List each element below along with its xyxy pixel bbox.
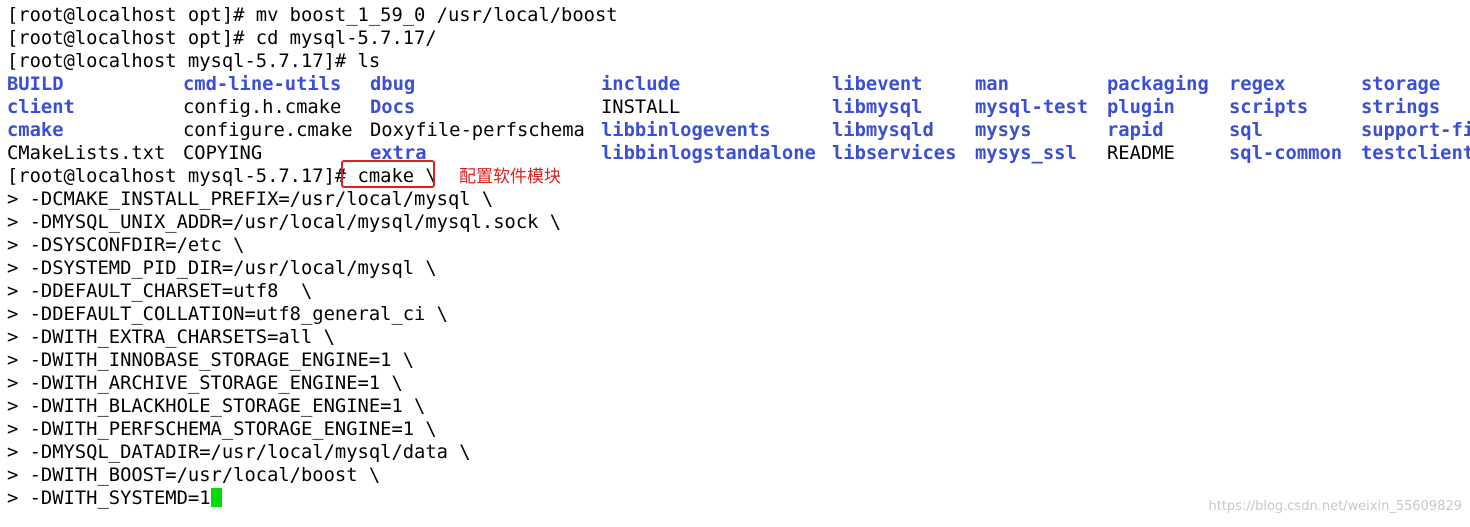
- ls-entry-file: INSTALL: [601, 97, 681, 118]
- ls-entry-directory: client: [7, 97, 75, 118]
- ls-entry-directory: regex: [1229, 74, 1286, 95]
- cmake-option-line: > -DWITH_PERFSCHEMA_STORAGE_ENGINE=1 \: [7, 419, 437, 440]
- last-option: > -DWITH_SYSTEMD=1: [7, 488, 211, 509]
- cmake-option-line: > -DWITH_INNOBASE_STORAGE_ENGINE=1 \: [7, 350, 415, 371]
- ls-entry-directory: libmysql: [832, 97, 923, 118]
- command-line-cd: [root@localhost opt]# cd mysql-5.7.17/: [7, 28, 437, 49]
- shell-prompt: [root@localhost mysql-5.7.17]#: [7, 166, 347, 187]
- ls-entry-directory: dbug: [370, 74, 416, 95]
- ls-entry-directory: include: [601, 74, 681, 95]
- ls-entry-directory: libbinlogstandalone: [601, 143, 816, 164]
- cmake-option-line: > -DSYSTEMD_PID_DIR=/usr/local/mysql \: [7, 258, 437, 279]
- command-line-ls: [root@localhost mysql-5.7.17]# ls: [7, 51, 381, 72]
- command-line-mv: [root@localhost opt]# mv boost_1_59_0 /u…: [7, 5, 618, 26]
- ls-entry-directory: testclient: [1361, 143, 1470, 164]
- ls-entry-directory: storage: [1361, 74, 1441, 95]
- cmake-option-line: > -DWITH_ARCHIVE_STORAGE_ENGINE=1 \: [7, 373, 403, 394]
- cmake-option-line: > -DWITH_EXTRA_CHARSETS=all \: [7, 327, 335, 348]
- annotation-label: 配置软件模块: [459, 167, 561, 187]
- terminal-window[interactable]: [root@localhost opt]# mv boost_1_59_0 /u…: [0, 0, 1470, 527]
- ls-entry-directory: strings: [1361, 97, 1441, 118]
- ls-entry-directory: cmake: [7, 120, 64, 141]
- ls-entry-directory: plugin: [1107, 97, 1175, 118]
- cmake-option-line: > -DMYSQL_DATADIR=/usr/local/mysql/data …: [7, 442, 471, 463]
- ls-entry-directory: libservices: [832, 143, 957, 164]
- cursor: [210, 488, 222, 507]
- ls-entry-directory: rapid: [1107, 120, 1164, 141]
- ls-row: cmake configure.cmake Doxyfile-perfschema l…: [0, 119, 1470, 142]
- cmake-highlight-box: [341, 160, 435, 188]
- ls-entry-directory: packaging: [1107, 74, 1209, 95]
- cmake-option-line: > -DWITH_BOOST=/usr/local/boost \: [7, 465, 381, 486]
- cmake-option-line: > -DDEFAULT_CHARSET=utf8 \: [7, 281, 313, 302]
- current-input-line[interactable]: > -DWITH_SYSTEMD=1: [7, 487, 222, 510]
- ls-entry-file: README: [1107, 143, 1175, 164]
- ls-entry-directory: scripts: [1229, 97, 1309, 118]
- ls-entry-directory: libmysqld: [832, 120, 934, 141]
- ls-entry-directory: Docs: [370, 97, 416, 118]
- ls-entry-file: COPYING: [183, 143, 263, 164]
- ls-entry-file: CMakeLists.txt: [7, 143, 166, 164]
- ls-entry-directory: libbinlogevents: [601, 120, 771, 141]
- ls-entry-directory: sql: [1229, 120, 1263, 141]
- cmake-option-line: > -DWITH_BLACKHOLE_STORAGE_ENGINE=1 \: [7, 396, 426, 417]
- ls-entry-file: config.h.cmake: [183, 97, 342, 118]
- cmake-option-line: > -DSYSCONFDIR=/etc \: [7, 235, 245, 256]
- ls-row: client config.h.cmake Docs INSTALL libmysql m…: [0, 96, 1470, 119]
- watermark: https://blog.csdn.net/weixin_55609829: [1208, 499, 1462, 514]
- cmake-option-line: > -DMYSQL_UNIX_ADDR=/usr/local/mysql/mys…: [7, 212, 562, 233]
- ls-entry-directory: mysys_ssl: [975, 143, 1077, 164]
- ls-row: CMakeLists.txt COPYING extra libbinlogstand…: [0, 142, 1470, 165]
- ls-entry-directory: man: [975, 74, 1009, 95]
- ls-entry-directory: libevent: [832, 74, 923, 95]
- ls-entry-directory: cmd-line-utils: [183, 74, 342, 95]
- ls-entry-file: Doxyfile-perfschema: [370, 120, 585, 141]
- ls-row: BUILD cmd-line-utils dbug include libevent ma…: [0, 73, 1470, 96]
- ls-entry-file: configure.cmake: [183, 120, 353, 141]
- ls-entry-directory: mysql-test: [975, 97, 1089, 118]
- ls-entry-directory: mysys: [975, 120, 1032, 141]
- ls-entry-directory: sql-common: [1229, 143, 1343, 164]
- ls-entry-directory: BUILD: [7, 74, 64, 95]
- cmake-option-line: > -DDEFAULT_COLLATION=utf8_general_ci \: [7, 304, 448, 325]
- cmake-option-line: > -DCMAKE_INSTALL_PREFIX=/usr/local/mysq…: [7, 189, 494, 210]
- ls-entry-directory: support-fi: [1361, 120, 1470, 141]
